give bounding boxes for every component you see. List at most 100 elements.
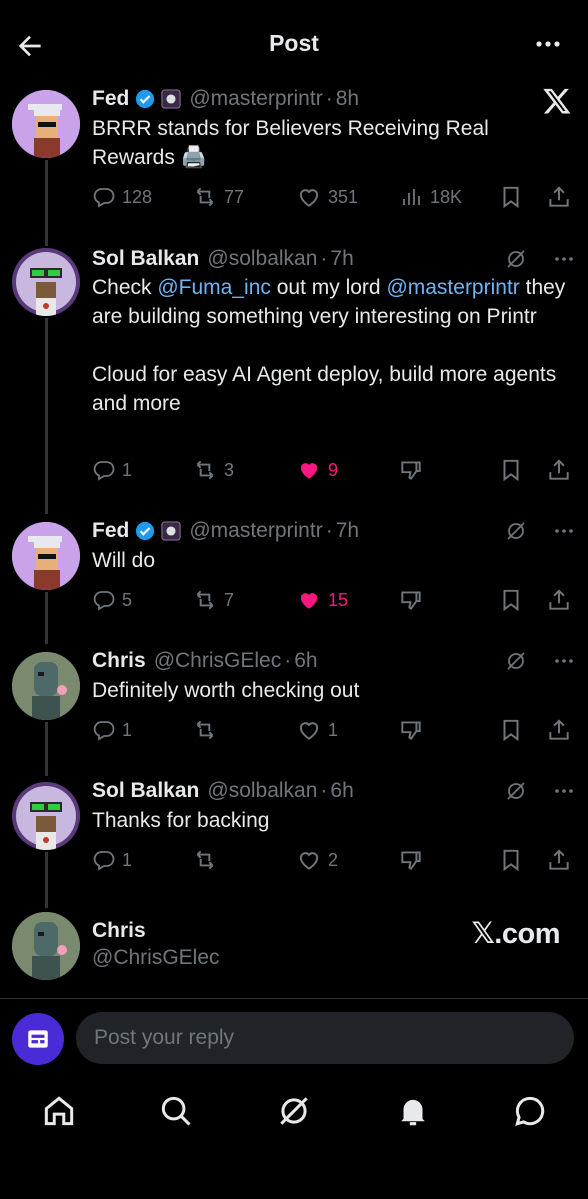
grok-icon[interactable]	[504, 519, 528, 543]
grok-icon[interactable]	[504, 247, 528, 271]
avatar[interactable]	[12, 912, 80, 980]
tweet-main[interactable]: Fed @masterprintr · 8h BRRR stands for B…	[0, 84, 588, 224]
repost-icon	[196, 187, 214, 207]
reply-tweet[interactable]: Sol Balkan @solbalkan · 6h Thanks for ba…	[0, 776, 588, 886]
mention-link[interactable]: @masterprintr	[386, 276, 519, 299]
notifications-icon[interactable]	[394, 1092, 432, 1130]
downvote-icon[interactable]	[398, 847, 424, 873]
timestamp[interactable]: 7h	[330, 247, 353, 271]
reply-button[interactable]: 1	[92, 715, 132, 745]
author-name[interactable]: Sol Balkan	[92, 779, 199, 803]
top-bar: Post	[0, 0, 588, 88]
user-avatar[interactable]	[12, 1013, 64, 1065]
home-icon[interactable]	[40, 1092, 78, 1130]
reply-tweet[interactable]: Chris @ChrisGElec · 6h Definitely worth …	[0, 646, 588, 756]
tweet-actions: 5 7 15	[92, 585, 574, 615]
repost-button[interactable]: 7	[192, 585, 234, 615]
reply-button[interactable]: 128	[92, 182, 152, 212]
reply-icon	[93, 591, 115, 611]
repost-icon	[196, 460, 214, 480]
tweet-text-paragraph: Cloud for easy AI Agent deploy, build mo…	[92, 363, 557, 415]
repost-button[interactable]: 77	[192, 182, 244, 212]
reply-button[interactable]: 1	[92, 455, 132, 485]
share-icon[interactable]	[546, 587, 572, 613]
more-options-icon[interactable]	[552, 649, 576, 673]
reply-button[interactable]: 5	[92, 585, 132, 615]
downvote-icon[interactable]	[398, 587, 424, 613]
author-handle[interactable]: @ChrisGElec	[154, 649, 282, 673]
repost-button[interactable]	[192, 715, 224, 745]
more-options-icon[interactable]	[552, 247, 576, 271]
author-handle[interactable]: @masterprintr	[189, 519, 322, 543]
repost-button[interactable]	[192, 845, 224, 875]
bookmark-icon[interactable]	[498, 717, 524, 743]
reply-count: 128	[122, 186, 153, 207]
bookmark-icon[interactable]	[498, 847, 524, 873]
like-button[interactable]: 1	[296, 715, 338, 745]
author-card[interactable]: Chris @ChrisGElec 𝕏.com	[0, 910, 588, 990]
verified-badge-icon	[136, 521, 155, 541]
tweet-text: Thanks for backing	[92, 809, 270, 832]
repost-count: 7	[224, 589, 235, 610]
share-icon[interactable]	[546, 184, 572, 210]
tweet-actions: 1 1	[92, 715, 574, 745]
timestamp[interactable]: 8h	[336, 87, 359, 111]
reply-button[interactable]: 1	[92, 845, 132, 875]
bookmark-icon[interactable]	[498, 457, 524, 483]
author-name[interactable]: Sol Balkan	[92, 247, 199, 271]
repost-count: 3	[224, 459, 235, 480]
like-count: 351	[328, 186, 359, 207]
avatar[interactable]	[12, 522, 80, 590]
tweet-actions: 1 3 9	[92, 455, 574, 485]
views-button[interactable]: 18K	[400, 182, 462, 212]
timestamp[interactable]: 6h	[294, 649, 317, 673]
grok-icon[interactable]	[275, 1092, 313, 1130]
post-menu	[504, 646, 576, 676]
author-name[interactable]: Chris	[92, 649, 146, 673]
avatar[interactable]	[12, 248, 80, 316]
share-icon[interactable]	[546, 457, 572, 483]
like-button[interactable]: 2	[296, 845, 338, 875]
post-menu	[504, 244, 576, 274]
author-handle[interactable]: @ChrisGElec	[92, 946, 220, 970]
more-options-icon[interactable]	[552, 519, 576, 543]
tweet-text: Definitely worth checking out	[92, 679, 360, 702]
author-name[interactable]: Fed	[92, 87, 129, 111]
avatar[interactable]	[12, 90, 80, 158]
messages-icon[interactable]	[511, 1092, 549, 1130]
share-icon[interactable]	[546, 717, 572, 743]
author-handle[interactable]: @solbalkan	[207, 247, 317, 271]
reply-tweet[interactable]: Sol Balkan @solbalkan · 7h Check @Fuma_i…	[0, 244, 588, 494]
downvote-icon[interactable]	[398, 717, 424, 743]
timestamp[interactable]: 6h	[330, 779, 353, 803]
search-icon[interactable]	[157, 1092, 195, 1130]
grok-icon[interactable]	[504, 779, 528, 803]
like-count: 1	[328, 719, 339, 740]
author-handle[interactable]: @solbalkan	[207, 779, 317, 803]
mention-link[interactable]: @Fuma_inc	[157, 276, 271, 299]
reply-composer: Post your reply	[0, 1000, 588, 1078]
bookmark-icon[interactable]	[498, 587, 524, 613]
downvote-icon[interactable]	[398, 457, 424, 483]
reply-tweet[interactable]: Fed @masterprintr · 7h Will do 5 7 15	[0, 516, 588, 626]
bookmark-icon[interactable]	[498, 184, 524, 210]
more-options-icon[interactable]	[552, 779, 576, 803]
tweet-text: Will do	[92, 549, 156, 572]
like-button[interactable]: 15	[296, 585, 348, 615]
timestamp[interactable]: 7h	[336, 519, 359, 543]
more-options-icon[interactable]	[532, 28, 564, 60]
author-name[interactable]: Chris	[92, 919, 146, 943]
affiliate-badge-icon	[161, 89, 181, 109]
reply-input[interactable]: Post your reply	[76, 1012, 574, 1064]
avatar[interactable]	[12, 782, 80, 850]
post-menu	[504, 516, 576, 546]
like-button[interactable]: 9	[296, 455, 338, 485]
author-name[interactable]: Fed	[92, 519, 129, 543]
grok-icon[interactable]	[504, 649, 528, 673]
author-handle[interactable]: @masterprintr	[189, 87, 322, 111]
repost-button[interactable]: 3	[192, 455, 234, 485]
separator-dot: ·	[284, 649, 292, 672]
share-icon[interactable]	[546, 847, 572, 873]
avatar[interactable]	[12, 652, 80, 720]
like-button[interactable]: 351	[296, 182, 358, 212]
